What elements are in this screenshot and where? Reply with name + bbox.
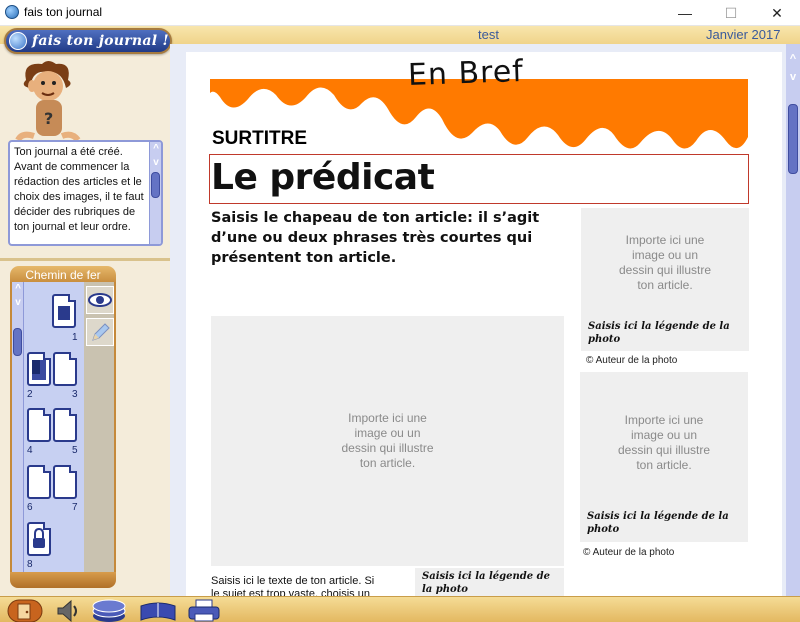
- chemin-scrollbar[interactable]: ^ v: [12, 282, 24, 572]
- page-scroll-up-icon[interactable]: ^: [786, 50, 800, 68]
- help-scroll-up-icon[interactable]: ^: [150, 142, 161, 156]
- svg-text:?: ?: [44, 109, 53, 128]
- exit-door-button[interactable]: [6, 598, 44, 622]
- journal-date: Janvier 2017: [706, 27, 781, 42]
- panel-divider: [0, 258, 170, 261]
- chapeau-field[interactable]: Saisis le chapeau de ton article: il s’a…: [211, 208, 571, 268]
- chemin-scroll-down-icon[interactable]: v: [12, 296, 24, 310]
- page-number-1: 1: [72, 332, 78, 343]
- page-thumbnail-2[interactable]: [27, 352, 51, 386]
- image-slot-main-placeholder: Importe ici une image ou un dessin qui i…: [341, 411, 434, 470]
- page-scroll-thumb[interactable]: [788, 104, 798, 174]
- page-thumbnail-3[interactable]: [53, 352, 77, 386]
- rubrique-banner-text[interactable]: En Bref: [407, 54, 524, 93]
- page-number-5: 5: [72, 445, 78, 456]
- page-number-4: 4: [27, 445, 33, 456]
- help-text-box: Ton journal a été créé. Avant de commenc…: [8, 140, 163, 246]
- window-titlebar: fais ton journal — ☐ ✕: [0, 0, 800, 26]
- page-thumbnail-7[interactable]: [53, 465, 77, 499]
- page-thumbnail-1[interactable]: [52, 294, 76, 328]
- image-slot-2[interactable]: Importe ici une image ou un dessin qui i…: [580, 372, 748, 514]
- page-number-7: 7: [72, 502, 78, 513]
- eye-icon: [88, 293, 112, 307]
- image-slot-1[interactable]: Importe ici une image ou un dessin qui i…: [581, 208, 749, 318]
- help-scrollbar[interactable]: ^ v: [149, 142, 161, 244]
- photo-author-1[interactable]: © Auteur de la photo: [586, 355, 677, 366]
- surtitre-field[interactable]: SURTITRE: [212, 128, 307, 150]
- mascot-character-icon: ?: [15, 61, 81, 142]
- journal-layers-button[interactable]: [90, 598, 128, 622]
- book-button[interactable]: [138, 598, 178, 622]
- page-scrollbar[interactable]: ^ v: [786, 44, 800, 596]
- help-scroll-thumb[interactable]: [151, 172, 160, 198]
- maximize-button[interactable]: ☐: [708, 0, 754, 26]
- photo-caption-2[interactable]: Saisis ici la légende de la photo: [580, 508, 748, 542]
- print-button[interactable]: [186, 598, 222, 622]
- chemin-scroll-up-icon[interactable]: ^: [12, 282, 24, 296]
- chemin-de-fer-panel: ^ v 1 2 3 4 5 6 7 8: [10, 282, 116, 574]
- headline-field[interactable]: Le prédicat: [209, 154, 749, 204]
- page-number-8: 8: [27, 559, 33, 570]
- globe-icon: [9, 32, 27, 50]
- page-thumbnail-6[interactable]: [27, 465, 51, 499]
- sound-speaker-button[interactable]: [54, 598, 82, 622]
- image-slot-main[interactable]: Importe ici une image ou un dessin qui i…: [211, 316, 564, 566]
- chemin-de-fer-footer: [10, 572, 116, 588]
- app-logo: fais ton journal !: [4, 28, 172, 54]
- headline-text: Le prédicat: [211, 157, 435, 198]
- pencil-icon: [92, 323, 110, 341]
- app-globe-icon: [5, 5, 19, 19]
- chemin-tools: [84, 282, 114, 572]
- logo-text: fais ton journal !: [32, 33, 169, 49]
- page-number-6: 6: [27, 502, 33, 513]
- help-text: Ton journal a été créé. Avant de commenc…: [14, 146, 144, 233]
- page-scroll-down-icon[interactable]: v: [786, 68, 800, 86]
- page-thumbnail-5[interactable]: [53, 408, 77, 442]
- help-scroll-down-icon[interactable]: v: [150, 156, 161, 170]
- photo-author-2[interactable]: © Auteur de la photo: [583, 547, 674, 558]
- close-button[interactable]: ✕: [754, 0, 800, 26]
- window-title: fais ton journal: [24, 5, 103, 19]
- image-slot-2-placeholder: Importe ici une image ou un dessin qui i…: [617, 413, 711, 472]
- chemin-scroll-thumb[interactable]: [13, 328, 22, 356]
- image-slot-1-placeholder: Importe ici une image ou un dessin qui i…: [618, 233, 712, 292]
- preview-eye-button[interactable]: [86, 286, 114, 314]
- page-number-3: 3: [72, 389, 78, 400]
- photo-caption-1[interactable]: Saisis ici la légende de la photo: [581, 318, 749, 351]
- page-thumbnail-4[interactable]: [27, 408, 51, 442]
- edit-pencil-button[interactable]: [86, 318, 114, 346]
- page-number-2: 2: [27, 389, 33, 400]
- journal-page: En Bref SURTITRE Le prédicat Saisis le c…: [186, 52, 782, 596]
- page-thumbnail-8[interactable]: [27, 522, 51, 556]
- user-name: test: [478, 27, 499, 42]
- photo-caption-main[interactable]: Saisis ici la légende de la photo: [415, 568, 564, 596]
- minimize-button[interactable]: —: [662, 0, 708, 26]
- article-body-field[interactable]: Saisis ici le texte de ton article. Si l…: [211, 575, 381, 596]
